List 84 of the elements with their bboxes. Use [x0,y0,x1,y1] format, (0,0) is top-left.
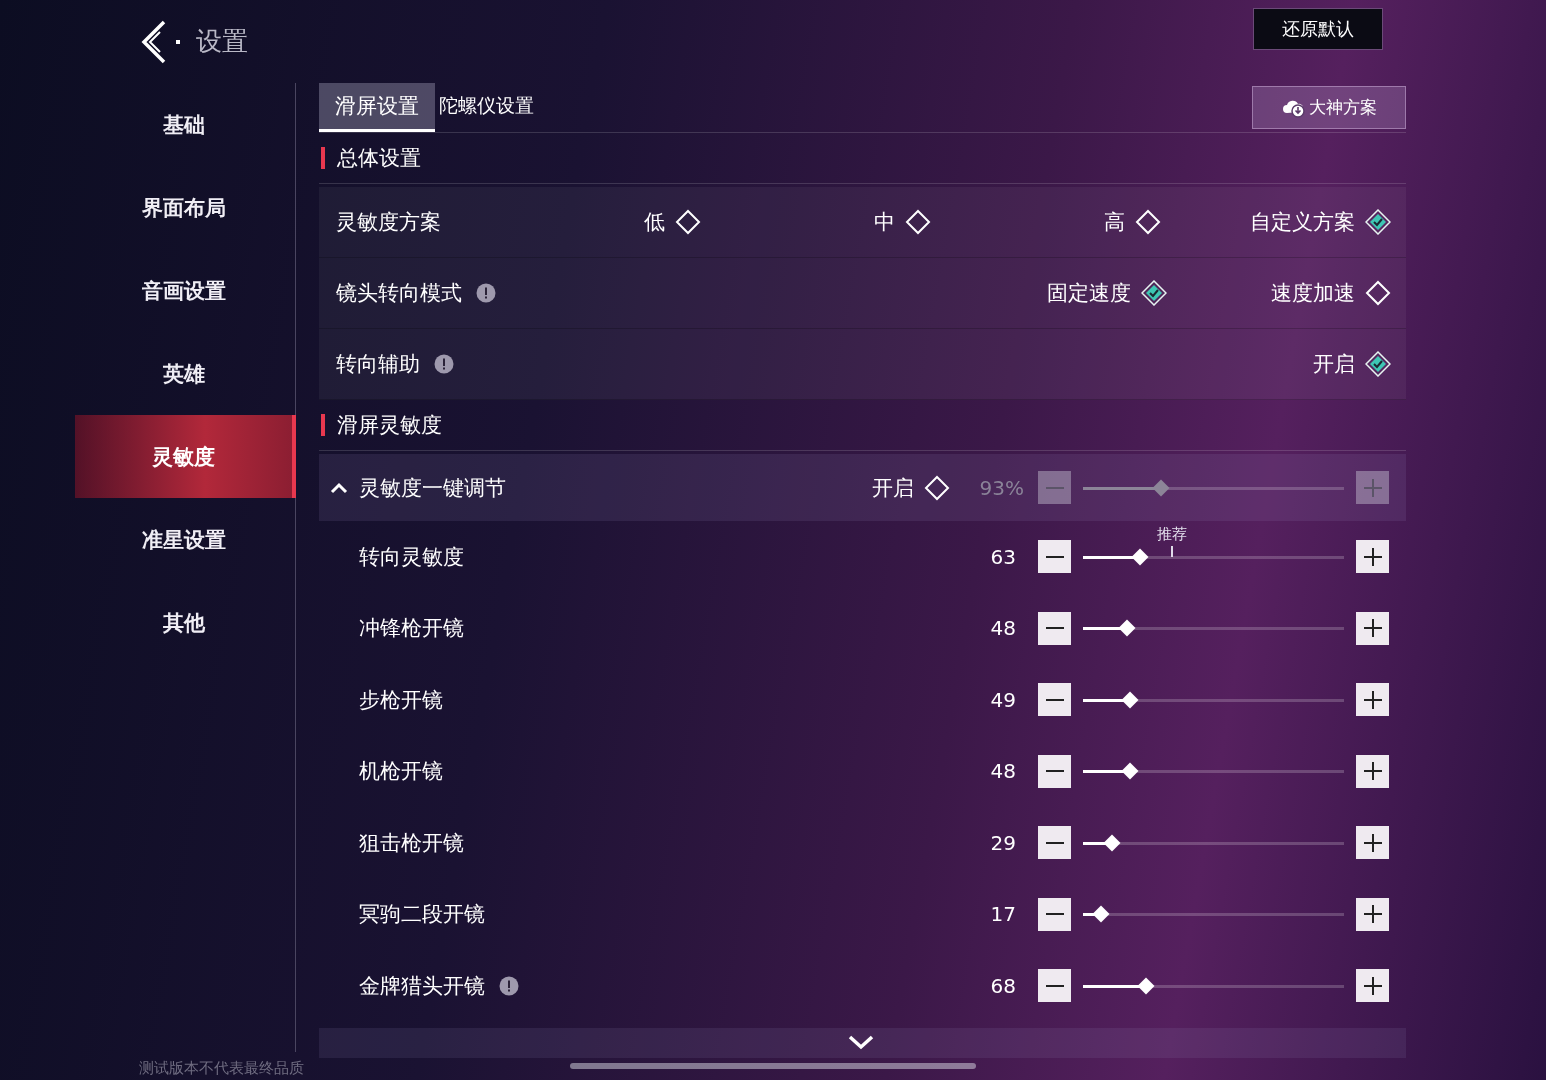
preset-button[interactable]: 大神方案 [1252,86,1406,129]
plus-button[interactable] [1356,754,1389,788]
option-label[interactable]: 中 [874,208,895,236]
slider-value: 49 [989,687,1016,712]
plus-button[interactable] [1356,969,1389,1003]
minus-button[interactable] [1038,754,1071,788]
setting-label: 金牌猎头开镜 [359,972,485,1000]
tab[interactable]: 滑屏设置 [319,83,435,132]
plus-button[interactable] [1356,897,1389,931]
reset-button[interactable]: 还原默认 [1253,8,1383,50]
setting-label: 步枪开镜 [359,686,443,714]
minus-icon [1045,770,1064,773]
plus-icon [1363,905,1382,924]
slider-value: 63 [989,544,1016,569]
plus-icon [1363,762,1382,781]
sidebar-item[interactable]: 英雄 [75,332,296,415]
section-title: 总体设置 [321,147,421,169]
minus-button[interactable] [1038,826,1071,860]
setting-label: 冲锋枪开镜 [359,615,464,643]
plus-button[interactable] [1356,540,1389,574]
info-icon[interactable] [476,283,496,303]
recommended-label: 推荐 [1156,524,1187,544]
footer-note: 测试版本不代表最终品质 [139,1059,304,1078]
setting-label: 狙击枪开镜 [359,829,464,857]
sidebar-item[interactable]: 灵敏度 [75,415,296,498]
info-icon[interactable] [434,354,454,374]
chevron-down-icon[interactable] [848,1034,874,1050]
setting-label: 灵敏度一键调节 [359,474,506,502]
setting-label: 转向辅助 [336,351,420,378]
option-label[interactable]: 固定速度 [1047,279,1132,307]
minus-icon [1045,913,1064,916]
diamond-checked-icon[interactable] [1365,209,1391,235]
setting-label: 机枪开镜 [359,758,443,786]
minus-button[interactable] [1038,897,1071,931]
setting-label: 镜头转向模式 [336,280,462,307]
slider-value: 17 [989,902,1016,927]
diamond-icon[interactable] [1365,280,1391,306]
diamond-icon[interactable] [675,209,701,235]
diamond-icon[interactable] [905,209,931,235]
plus-icon [1363,619,1382,638]
sidebar-item[interactable]: 音画设置 [75,249,296,332]
minus-button[interactable] [1038,969,1071,1003]
sidebar-item[interactable]: 准星设置 [75,498,296,581]
option-label[interactable]: 开启 [1313,350,1355,378]
plus-icon [1363,976,1382,995]
page-title: 设置 [196,25,249,58]
sidebar-item[interactable]: 界面布局 [75,166,296,249]
minus-button[interactable] [1038,611,1071,645]
slider-value: 48 [989,616,1016,641]
minus-icon [1045,984,1064,987]
minus-icon [1045,486,1064,489]
plus-icon [1363,690,1382,709]
plus-icon [1363,478,1382,497]
diamond-checked-icon[interactable] [1141,280,1168,306]
minus-icon [1045,841,1064,844]
plus-button[interactable] [1356,826,1389,860]
minus-icon [1045,555,1064,558]
setting-label: 灵敏度方案 [336,209,441,236]
minus-button[interactable] [1038,683,1071,717]
option-label[interactable]: 高 [1104,208,1125,236]
option-label[interactable]: 低 [644,208,665,236]
section-title: 滑屏灵敏度 [321,414,442,436]
sidebar-item[interactable]: 基础 [75,83,296,166]
diamond-checked-icon[interactable] [1365,351,1391,377]
info-icon[interactable] [499,975,519,996]
sidebar-item[interactable]: 其他 [75,581,296,664]
slider-value: 68 [989,973,1016,998]
minus-icon [1045,627,1064,630]
plus-icon [1363,547,1382,566]
option-label[interactable]: 自定义方案 [1250,208,1355,236]
diamond-icon[interactable] [1135,209,1161,235]
setting-label: 冥驹二段开镜 [359,901,485,929]
setting-label: 转向灵敏度 [359,543,464,571]
option-label[interactable]: 速度加速 [1271,279,1355,307]
tab[interactable]: 陀螺仪设置 [435,83,538,132]
recommended-tick [1170,545,1173,557]
plus-icon [1363,833,1382,852]
slider-value: 93% [978,475,1024,500]
minus-button[interactable] [1038,540,1071,574]
slider-value: 48 [989,759,1016,784]
plus-button[interactable] [1356,683,1389,717]
slider-value: 29 [989,830,1016,855]
plus-button[interactable] [1356,611,1389,645]
minus-icon [1045,698,1064,701]
